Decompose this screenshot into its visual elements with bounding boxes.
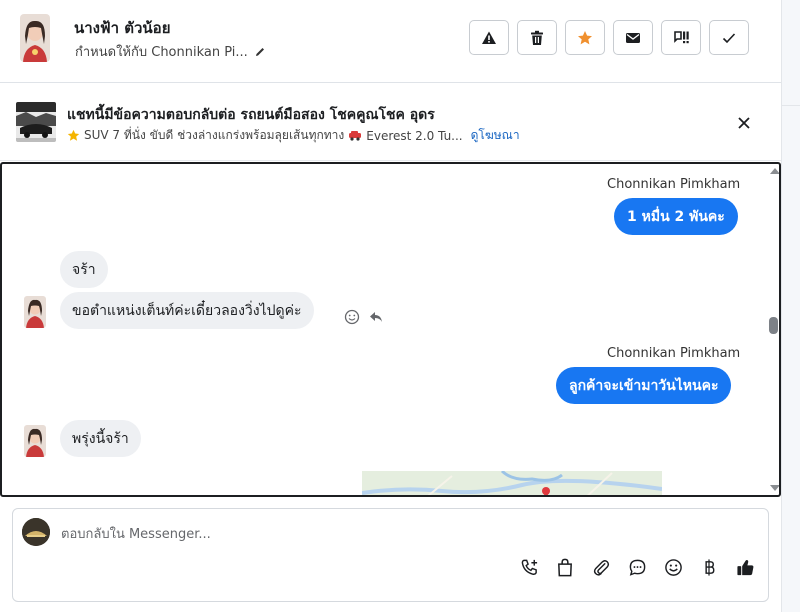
call-add-button[interactable] bbox=[519, 557, 539, 577]
mark-done-button[interactable] bbox=[709, 20, 749, 55]
call-add-icon bbox=[521, 559, 537, 575]
thread-scrollbar[interactable] bbox=[766, 164, 779, 495]
ad-subtitle-text: SUV 7 ที่นั่ง ขับดี ช่วงล่างแกร่งพร้อมลุ… bbox=[84, 128, 345, 142]
pencil-icon[interactable] bbox=[254, 46, 266, 58]
react-emoji-icon[interactable] bbox=[344, 309, 360, 325]
star-button[interactable] bbox=[565, 20, 605, 55]
warning-icon bbox=[482, 31, 496, 44]
side-panel-edge bbox=[781, 0, 800, 612]
message-bubble-incoming[interactable]: จร้า bbox=[60, 251, 108, 288]
star-icon bbox=[578, 30, 592, 44]
emoji-button[interactable] bbox=[663, 557, 683, 577]
contact-avatar-small bbox=[24, 425, 46, 457]
follow-up-button[interactable] bbox=[661, 20, 701, 55]
ad-thumbnail[interactable] bbox=[16, 102, 56, 142]
view-ad-link[interactable]: ดูโฆษณา bbox=[471, 126, 520, 145]
shopping-bag-icon bbox=[558, 558, 572, 576]
report-spam-button[interactable] bbox=[469, 20, 509, 55]
message-bubble-outgoing[interactable]: ลูกค้าจะเข้ามาวันไหนคะ bbox=[556, 367, 732, 404]
car-emoji-icon bbox=[349, 131, 362, 141]
chat-bubble-icon bbox=[629, 559, 645, 576]
sender-name: Chonnikan Pimkham bbox=[607, 177, 741, 192]
attach-button[interactable] bbox=[591, 557, 611, 577]
composer-toolbar bbox=[519, 557, 755, 577]
mark-unread-button[interactable] bbox=[613, 20, 653, 55]
thumbs-up-icon bbox=[736, 559, 753, 575]
contact-avatar-small bbox=[24, 296, 46, 328]
delete-button[interactable] bbox=[517, 20, 557, 55]
reply-input[interactable] bbox=[61, 524, 661, 544]
checkmark-icon bbox=[722, 32, 736, 43]
scroll-down-arrow[interactable] bbox=[770, 485, 779, 491]
conversation-actions bbox=[469, 20, 749, 55]
reply-composer bbox=[12, 508, 769, 602]
trash-icon bbox=[531, 30, 543, 45]
contact-avatar[interactable] bbox=[20, 14, 50, 62]
ad-title: แชทนี้มีข้อความตอบกลับต่อ รถยนต์มือสอง โ… bbox=[67, 107, 435, 123]
page-avatar bbox=[22, 518, 50, 546]
ad-subtitle: SUV 7 ที่นั่ง ขับดี ช่วงล่างแกร่งพร้อมลุ… bbox=[67, 126, 520, 145]
message-thread[interactable]: Chonnikan Pimkham 1 หมื่น 2 พันคะ จร้า ข… bbox=[0, 162, 781, 497]
paperclip-icon bbox=[593, 559, 610, 576]
saved-replies-button[interactable] bbox=[627, 557, 647, 577]
message-bubble-incoming[interactable]: ขอตำแหน่งเต็นท์ค่ะเดี๋ยวลองวิ่งไปดูค่ะ bbox=[60, 292, 314, 329]
follow-up-icon bbox=[674, 30, 689, 43]
shop-button[interactable] bbox=[555, 557, 575, 577]
reply-arrow-icon[interactable] bbox=[368, 309, 384, 325]
close-icon[interactable] bbox=[735, 114, 753, 132]
contact-name: นางฟ้า ตัวน้อย bbox=[74, 19, 171, 37]
message-bubble-outgoing[interactable]: 1 หมื่น 2 พันคะ bbox=[614, 198, 738, 235]
message-bubble-incoming[interactable]: พรุ่งนี้จร้า bbox=[60, 420, 141, 457]
messenger-inbox-panel: นางฟ้า ตัวน้อย กำหนดให้กับ Chonnikan Pi.… bbox=[0, 0, 781, 612]
conversation-header: นางฟ้า ตัวน้อย กำหนดให้กับ Chonnikan Pi.… bbox=[0, 0, 781, 83]
scroll-up-arrow[interactable] bbox=[770, 168, 779, 174]
emoji-icon bbox=[664, 558, 682, 576]
like-button[interactable] bbox=[735, 557, 755, 577]
baht-icon bbox=[705, 558, 715, 576]
envelope-icon bbox=[626, 32, 640, 43]
ad-subtitle-tail: Everest 2.0 Tu... bbox=[366, 128, 463, 143]
payment-button[interactable] bbox=[699, 557, 719, 577]
assignee-row[interactable]: กำหนดให้กับ Chonnikan Pi... bbox=[75, 41, 266, 62]
location-map-preview[interactable] bbox=[362, 471, 662, 495]
star-emoji-icon bbox=[67, 129, 80, 141]
scroll-thumb[interactable] bbox=[769, 317, 778, 334]
sender-name: Chonnikan Pimkham bbox=[607, 346, 741, 361]
assignee-label: กำหนดให้กับ Chonnikan Pi... bbox=[75, 45, 248, 60]
ad-reply-banner: แชทนี้มีข้อความตอบกลับต่อ รถยนต์มือสอง โ… bbox=[0, 83, 781, 161]
